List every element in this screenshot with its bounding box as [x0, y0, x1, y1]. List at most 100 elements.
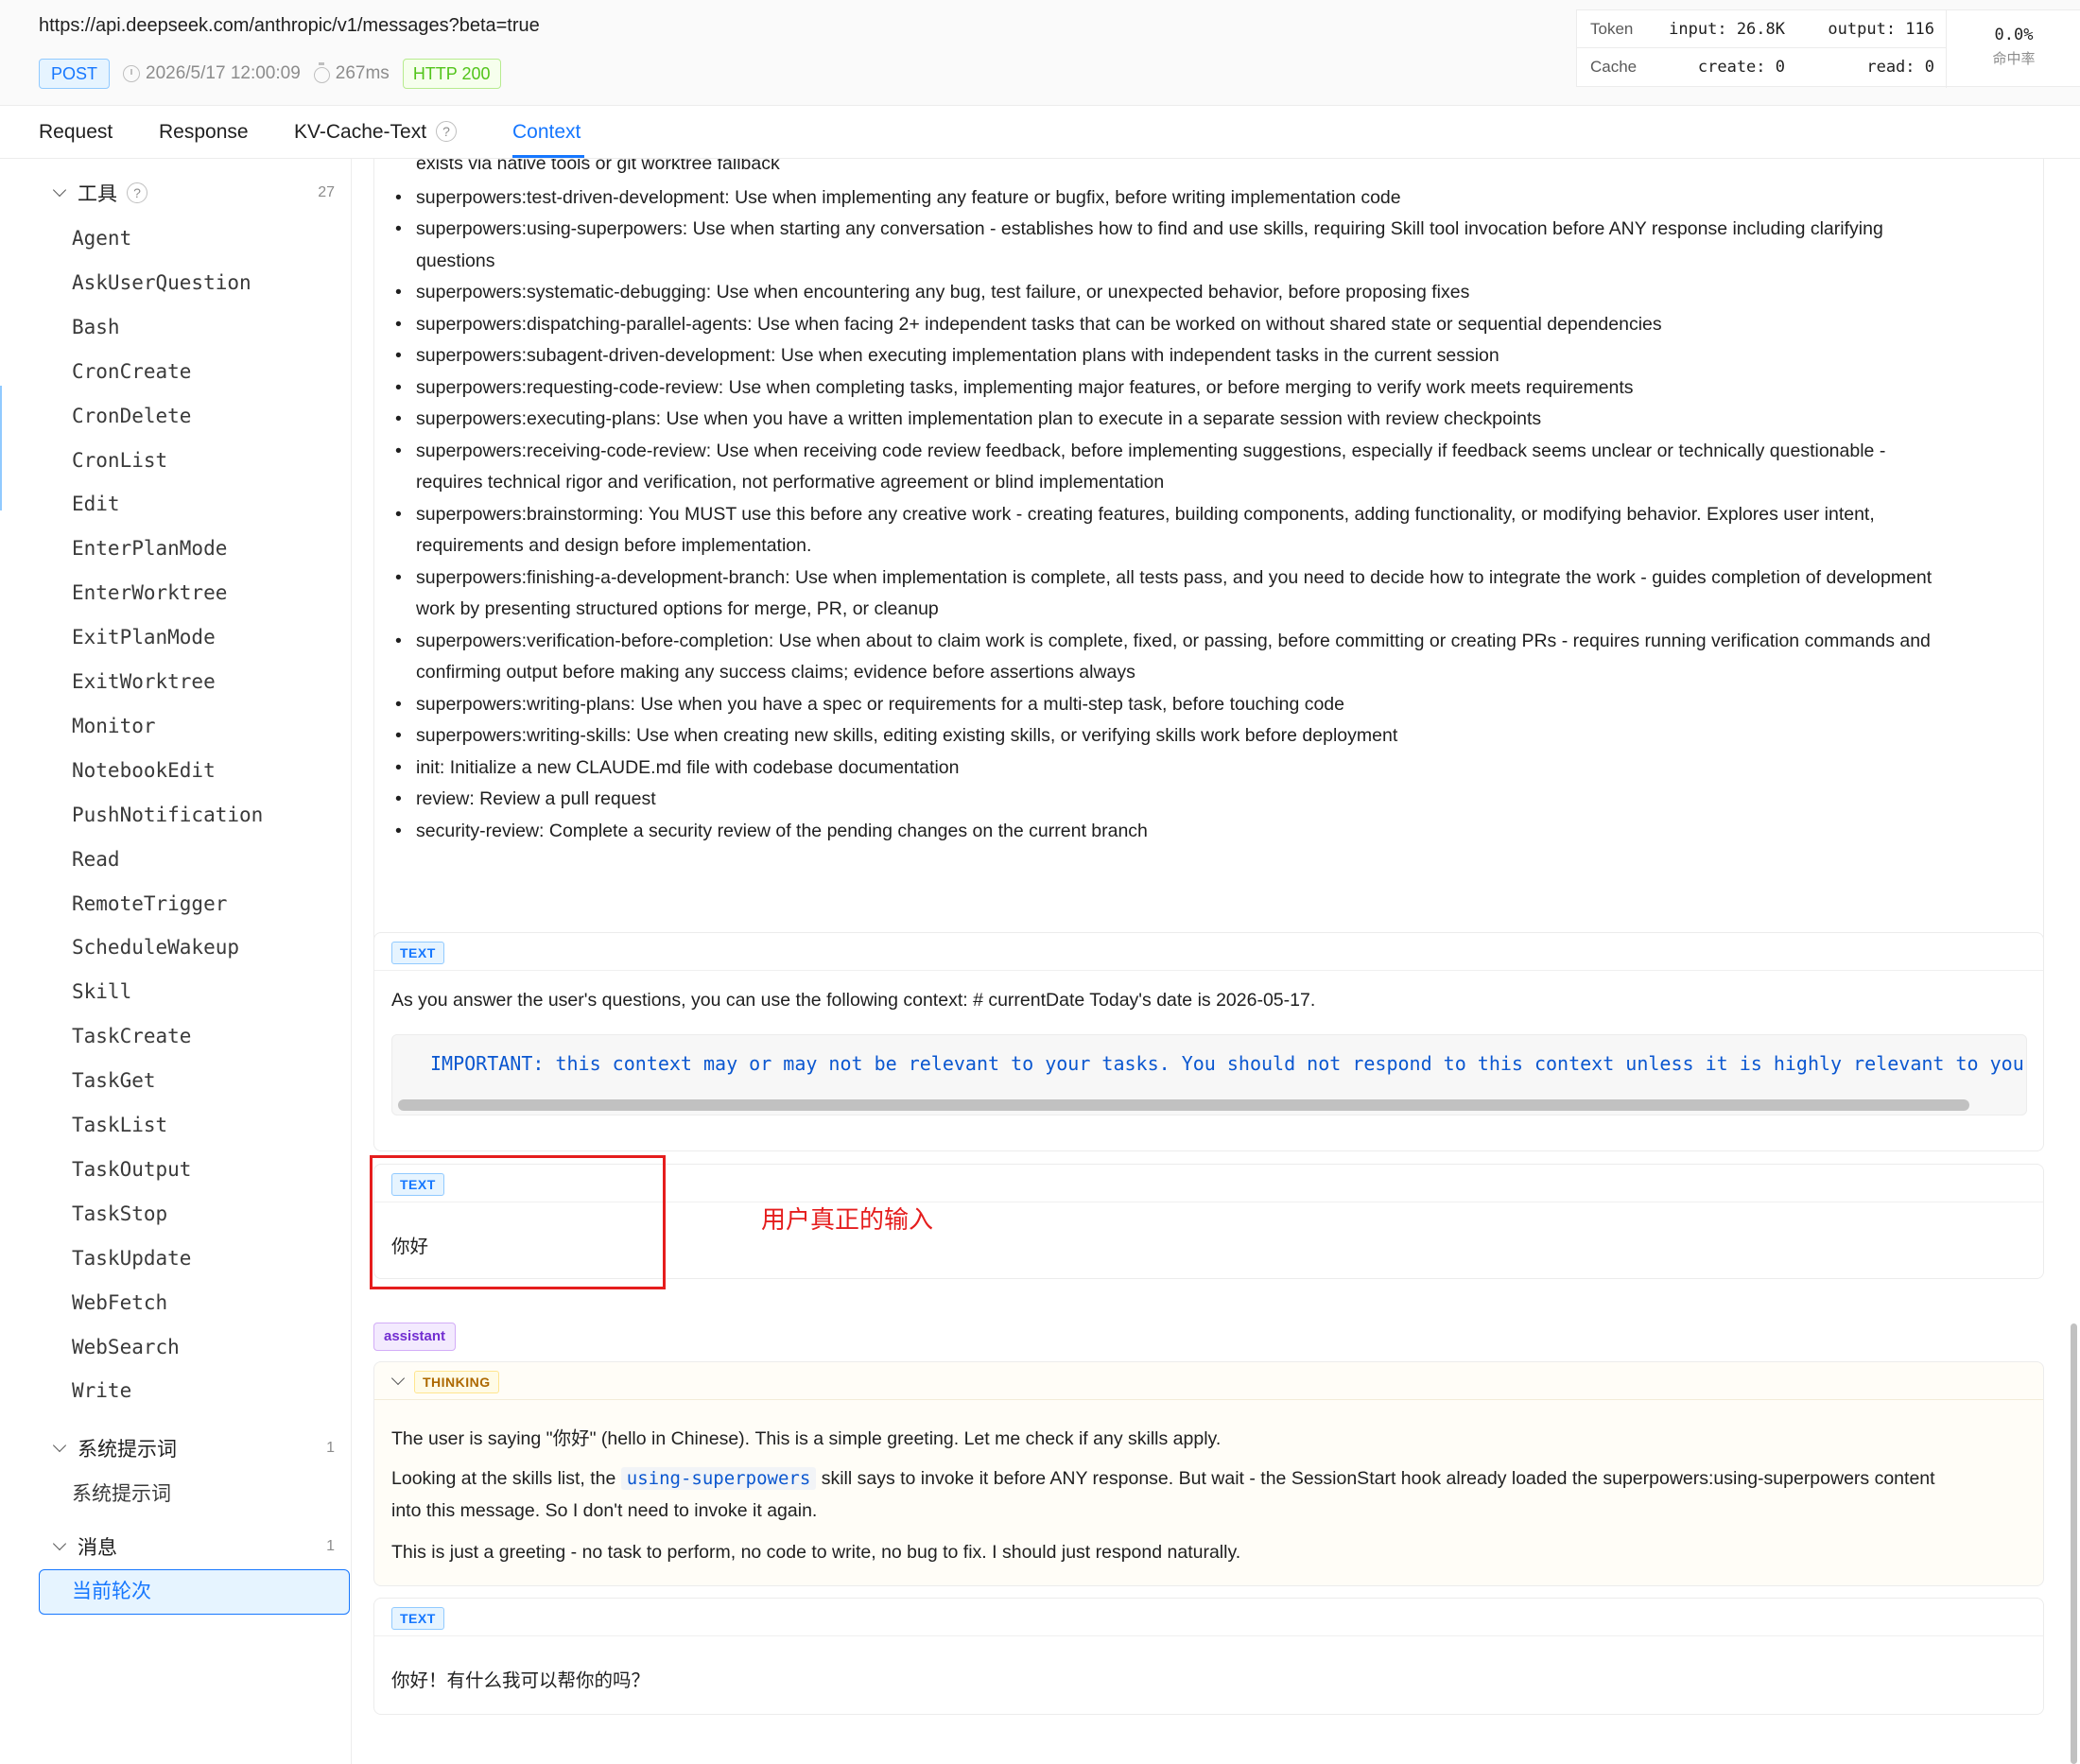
- context-sidebar: 工具 ? 27 Agent AskUserQuestion Bash CronCrea…: [0, 159, 352, 1764]
- inline-code: using-superpowers: [620, 1467, 817, 1490]
- list-item: • superpowers:using-superpowers: Use when…: [395, 214, 2031, 246]
- sidebar-item-tool[interactable]: EnterPlanMode: [72, 537, 227, 560]
- tab-response[interactable]: Response: [159, 121, 249, 144]
- bullet-icon: •: [395, 756, 402, 778]
- tab-kv-cache-text[interactable]: KV-Cache-Text?: [294, 121, 458, 144]
- chevron-down-icon: [52, 1536, 67, 1551]
- sidebar-item-tool[interactable]: TaskList: [72, 1114, 167, 1136]
- list-item-continuation: exists via native tools or git worktree …: [395, 159, 2031, 181]
- sidebar-item-tool[interactable]: RemoteTrigger: [72, 892, 227, 915]
- text-tag: TEXT: [391, 1607, 444, 1630]
- sidebar-item-tool[interactable]: Monitor: [72, 715, 156, 737]
- context-text-card: TEXT As you answer the user's questions,…: [373, 932, 2044, 1151]
- list-item: • security-review: Complete a security re…: [395, 816, 2031, 848]
- list-item-text: exists via native tools or git worktree …: [416, 159, 780, 174]
- list-item-text: requires technical rigor and verificatio…: [416, 472, 1165, 493]
- list-item-continuation: requirements and design before implement…: [395, 530, 2031, 562]
- sidebar-item-tool[interactable]: ScheduleWakeup: [72, 936, 239, 959]
- messages-section-header[interactable]: 消息 1: [51, 1530, 335, 1564]
- method-badge: POST: [39, 59, 111, 89]
- sidebar-item-tool[interactable]: WebFetch: [72, 1291, 167, 1314]
- sidebar-item-tool[interactable]: TaskCreate: [72, 1025, 191, 1047]
- left-edge-marker: [0, 386, 8, 510]
- clock-icon: [123, 65, 141, 82]
- request-header: https://api.deepseek.com/anthropic/v1/me…: [0, 0, 2080, 106]
- sidebar-item-tool[interactable]: CronDelete: [72, 405, 191, 427]
- assistant-reply-text: 你好！有什么我可以帮你的吗？: [391, 1670, 650, 1691]
- token-stats: Token input: 26.8K output: 116 Cache cre…: [1576, 9, 2080, 88]
- sidebar-item-tool[interactable]: WebSearch: [72, 1336, 180, 1358]
- chevron-down-icon[interactable]: [390, 1371, 406, 1386]
- cache-row: Cache create: 0 read: 0: [1577, 48, 1946, 86]
- thinking-paragraph: This is just a greeting - no task to per…: [391, 1542, 1241, 1563]
- tools-section-label: 工具: [78, 183, 117, 205]
- request-duration-text: 267ms: [335, 63, 390, 83]
- help-icon[interactable]: ?: [127, 182, 147, 203]
- list-item-text: superpowers:writing-skills: Use when cre…: [416, 725, 1398, 746]
- sidebar-item-tool[interactable]: TaskGet: [72, 1069, 156, 1092]
- bullet-icon: •: [395, 503, 402, 525]
- code-line: IMPORTANT: this context may or may not b…: [430, 1052, 2027, 1075]
- cache-read: read: 0: [1866, 58, 1934, 77]
- list-item-text: superpowers:systematic-debugging: Use wh…: [416, 282, 1470, 303]
- bullet-icon: •: [395, 820, 402, 841]
- bullet-icon: •: [395, 282, 402, 303]
- tools-count: 27: [318, 184, 335, 200]
- help-icon[interactable]: ?: [436, 121, 458, 142]
- list-item: • superpowers:systematic-debugging: Use w…: [395, 277, 2031, 309]
- list-item-text: requirements and design before implement…: [416, 535, 812, 556]
- tools-section-header[interactable]: 工具 ? 27: [51, 176, 335, 210]
- sidebar-item-tool[interactable]: TaskUpdate: [72, 1247, 191, 1270]
- vertical-scrollbar[interactable]: [2071, 1323, 2077, 1764]
- list-item: • superpowers:writing-plans: Use when you…: [395, 689, 2031, 721]
- sidebar-item-tool[interactable]: Write: [72, 1379, 131, 1402]
- tab-kv-cache-text-label: KV-Cache-Text: [294, 121, 427, 143]
- sidebar-item-tool[interactable]: ExitPlanMode: [72, 626, 216, 649]
- hit-rate: 0.0% 命中率: [1946, 10, 2080, 88]
- bullet-icon: •: [395, 725, 402, 746]
- horizontal-scrollbar[interactable]: [398, 1099, 1969, 1111]
- sidebar-item-tool[interactable]: NotebookEdit: [72, 759, 216, 782]
- tab-context[interactable]: Context: [512, 121, 581, 144]
- sidebar-item-tool[interactable]: Agent: [72, 227, 131, 250]
- sidebar-item-tool[interactable]: TaskStop: [72, 1202, 167, 1225]
- sidebar-item-tool[interactable]: ExitWorktree: [72, 670, 216, 693]
- list-item: • superpowers:subagent-driven-development…: [395, 340, 2031, 372]
- list-item-continuation: questions: [395, 246, 2031, 278]
- thinking-header[interactable]: THINKING: [374, 1362, 2043, 1400]
- sidebar-item-tool[interactable]: TaskOutput: [72, 1158, 191, 1181]
- sidebar-item-tool[interactable]: CronCreate: [72, 360, 191, 383]
- sidebar-item-tool[interactable]: Edit: [72, 493, 120, 515]
- request-url: https://api.deepseek.com/anthropic/v1/me…: [39, 15, 540, 36]
- sidebar-item-tool[interactable]: EnterWorktree: [72, 581, 227, 604]
- list-item-text: superpowers:test-driven-development: Use…: [416, 186, 1401, 208]
- sidebar-item-system-prompt[interactable]: 系统提示词: [72, 1479, 171, 1507]
- sidebar-item-tool[interactable]: Skill: [72, 980, 131, 1003]
- sidebar-item-tool[interactable]: AskUserQuestion: [72, 271, 251, 294]
- sidebar-item-tool[interactable]: Read: [72, 848, 120, 871]
- tab-request[interactable]: Request: [39, 121, 113, 144]
- thinking-paragraph: Looking at the skills list, the using-su…: [391, 1462, 2027, 1527]
- chevron-down-icon: [52, 182, 67, 198]
- list-item-text: confirming output before making any succ…: [416, 662, 1135, 683]
- request-time-text: 2026/5/17 12:00:09: [146, 63, 301, 83]
- bullet-icon: •: [395, 566, 402, 588]
- sidebar-item-tool[interactable]: Bash: [72, 316, 120, 338]
- request-time: 2026/5/17 12:00:09: [123, 63, 301, 84]
- context-text: As you answer the user's questions, you …: [391, 990, 1316, 1011]
- list-item: • review: Review a pull request: [395, 784, 2031, 816]
- sidebar-item-tool[interactable]: CronList: [72, 449, 167, 472]
- thinking-card: THINKING The user is saying "你好" (hello …: [373, 1361, 2044, 1586]
- token-row: Token input: 26.8K output: 116: [1577, 10, 1946, 48]
- annotation-label: 用户真正的输入: [761, 1205, 934, 1234]
- list-item-text: superpowers:requesting-code-review: Use …: [416, 376, 1634, 398]
- sidebar-item-tool[interactable]: PushNotification: [72, 804, 263, 826]
- list-item-text: questions: [416, 250, 495, 271]
- active-tab-indicator: [512, 155, 584, 158]
- request-meta: POST 2026/5/17 12:00:09 267ms HTTP 200: [39, 59, 501, 89]
- code-block: IMPORTANT: this context may or may not b…: [391, 1034, 2027, 1115]
- system-section-header[interactable]: 系统提示词 1: [51, 1431, 335, 1465]
- sidebar-item-current-round[interactable]: 当前轮次: [39, 1569, 350, 1615]
- highlight-box: [370, 1155, 666, 1289]
- bullet-icon: •: [395, 408, 402, 429]
